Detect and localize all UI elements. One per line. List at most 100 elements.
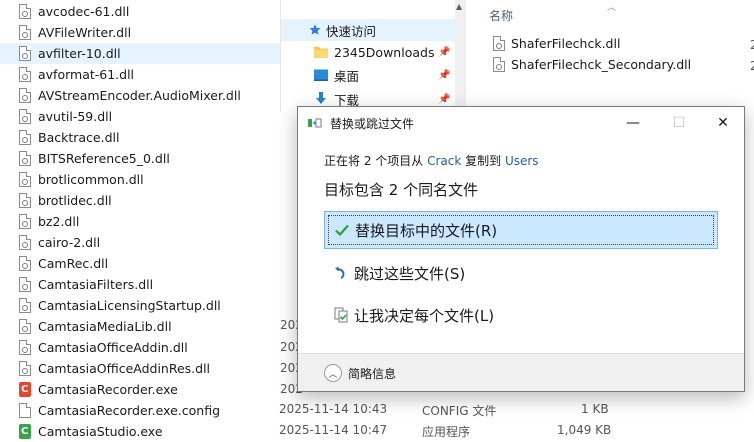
file-row[interactable]: avfilter-10.dll — [0, 43, 280, 64]
file-row[interactable]: bz2.dll — [0, 211, 280, 232]
minimize-button[interactable]: — — [610, 107, 656, 139]
dll-file-icon — [19, 46, 31, 61]
dll-file-icon — [493, 36, 505, 51]
replace-files-label: 替换目标中的文件(R) — [355, 221, 498, 240]
file-row[interactable]: CamtasiaRecorder.exe.config — [0, 400, 280, 421]
file-name: avfilter-10.dll — [38, 46, 121, 61]
close-button[interactable]: ✕ — [700, 107, 746, 139]
navigation-pane: 快速访问 2345Downloads 📌 桌面 📌 下载 📌 — [280, 0, 465, 112]
folder-icon — [314, 47, 328, 58]
skip-icon — [332, 264, 350, 282]
file-name: bz2.dll — [38, 214, 80, 229]
pin-icon: 📌 — [438, 46, 451, 58]
nav-item-label: 2345Downloads — [334, 44, 435, 60]
replace-files-option[interactable]: 替换目标中的文件(R) — [324, 211, 718, 249]
dialog-titlebar[interactable]: 替换或跳过文件 — ☐ ✕ — [298, 107, 744, 139]
file-row[interactable]: CamRec.dll — [0, 253, 280, 274]
file-name: AVFileWriter.dll — [38, 25, 132, 40]
column-header-name[interactable]: 名称 — [489, 7, 513, 24]
decide-each-option[interactable]: 让我决定每个文件(L) — [324, 296, 718, 334]
dialog-title: 替换或跳过文件 — [330, 117, 415, 131]
nav-quick-access[interactable]: 快速访问 — [281, 19, 456, 41]
file-row[interactable]: CamtasiaLicensingStartup.dll — [0, 295, 280, 316]
pin-icon: 📌 — [438, 69, 451, 81]
file-name: avformat-61.dll — [38, 67, 135, 82]
dll-file-icon — [19, 214, 31, 229]
file-name: cairo-2.dll — [38, 235, 101, 250]
file-row[interactable]: avutil-59.dll — [0, 106, 280, 127]
dll-file-icon — [19, 319, 31, 334]
file-name: CamtasiaLicensingStartup.dll — [38, 298, 221, 313]
cut-off-digit: 2 — [750, 38, 754, 52]
file-row[interactable]: CamtasiaFilters.dll — [0, 274, 280, 295]
file-name: AVStreamEncoder.AudioMixer.dll — [38, 88, 241, 103]
file-row[interactable]: Backtrace.dll — [0, 127, 280, 148]
file-name: CamtasiaOfficeAddin.dll — [38, 340, 188, 355]
file-row[interactable]: CamtasiaOfficeAddinRes.dll — [0, 358, 280, 379]
maximize-button[interactable]: ☐ — [656, 107, 702, 139]
file-name: CamRec.dll — [38, 256, 109, 271]
pin-icon: 📌 — [438, 93, 451, 105]
file-name: CamtasiaRecorder.exe — [38, 382, 178, 397]
dll-file-icon — [19, 151, 31, 166]
chevron-up-icon: ︿ — [328, 369, 338, 380]
file-name: avcodec-61.dll — [38, 4, 130, 19]
nav-item-2345downloads[interactable]: 2345Downloads 📌 — [281, 41, 456, 63]
source-folder-link[interactable]: Crack — [427, 154, 461, 168]
file-row[interactable]: CamtasiaMediaLib.dll — [0, 316, 280, 337]
file-row[interactable]: avcodec-61.dll — [0, 1, 280, 22]
star-icon — [309, 24, 321, 35]
skip-files-option[interactable]: 跳过这些文件(S) — [324, 254, 718, 292]
file-name: CamtasiaOfficeAddinRes.dll — [38, 361, 211, 376]
studio-date: 2025-11-14 10:47 — [279, 423, 388, 437]
nav-item-desktop[interactable]: 桌面 📌 — [281, 64, 456, 86]
file-row[interactable]: brotlicommon.dll — [0, 169, 280, 190]
decide-icon — [332, 306, 350, 324]
nav-item-label: 桌面 — [334, 68, 360, 84]
decide-each-label: 让我决定每个文件(L) — [354, 306, 495, 325]
file-row[interactable]: avformat-61.dll — [0, 64, 280, 85]
nav-quick-access-label: 快速访问 — [326, 23, 377, 39]
file-row[interactable]: brotlidec.dll — [0, 190, 280, 211]
file-row[interactable]: C CamtasiaStudio.exe — [0, 421, 280, 442]
fewer-details-label[interactable]: 简略信息 — [348, 365, 396, 382]
file-name: Backtrace.dll — [38, 130, 120, 145]
copy-status-text: 正在将 2 个项目从 Crack 复制到 Users — [324, 152, 539, 169]
studio-size: 1,049 KB — [557, 423, 612, 437]
status-mid: 复制到 — [461, 154, 505, 168]
file-row[interactable]: AVFileWriter.dll — [0, 22, 280, 43]
skip-files-label: 跳过这些文件(S) — [354, 264, 466, 283]
file-row[interactable]: C CamtasiaRecorder.exe — [0, 379, 280, 400]
exe-app-icon: C — [19, 382, 31, 397]
file-row[interactable]: cairo-2.dll — [0, 232, 280, 253]
file-name: CamtasiaFilters.dll — [38, 277, 154, 292]
dll-file-icon — [19, 277, 31, 292]
dll-file-icon — [19, 4, 31, 19]
file-name: BITSReference5_0.dll — [38, 151, 170, 166]
file-list: avcodec-61.dll AVFileWriter.dll avfilter-1… — [0, 0, 280, 442]
config-type: CONFIG 文件 — [422, 404, 497, 418]
sort-chevron-icon: ︿ — [607, 3, 617, 13]
collapse-details-button[interactable]: ︿ — [324, 364, 342, 382]
dll-file-icon — [19, 235, 31, 250]
dll-file-icon — [19, 88, 31, 103]
dll-file-icon — [19, 256, 31, 271]
config-size: 1 KB — [581, 402, 609, 416]
file-name: CamtasiaStudio.exe — [38, 424, 163, 439]
file-row[interactable]: BITSReference5_0.dll — [0, 148, 280, 169]
file-row[interactable]: AVStreamEncoder.AudioMixer.dll — [0, 85, 280, 106]
nav-scrollbar[interactable]: ▲ — [455, 0, 465, 112]
file-row[interactable]: CamtasiaOfficeAddin.dll — [0, 337, 280, 358]
download-icon — [316, 92, 326, 104]
dll-file-icon — [493, 57, 505, 72]
dll-file-icon — [19, 193, 31, 208]
file-name: brotlicommon.dll — [38, 172, 144, 187]
dialog-footer: ︿ 简略信息 — [298, 353, 744, 391]
scroll-up-icon[interactable]: ▲ — [456, 2, 462, 11]
check-icon — [333, 221, 351, 239]
destination-folder-link[interactable]: Users — [505, 154, 539, 168]
dll-file-icon — [19, 340, 31, 355]
exe-app-icon: C — [19, 424, 31, 439]
dll-file-icon — [19, 298, 31, 313]
studio-type: 应用程序 — [422, 425, 471, 439]
